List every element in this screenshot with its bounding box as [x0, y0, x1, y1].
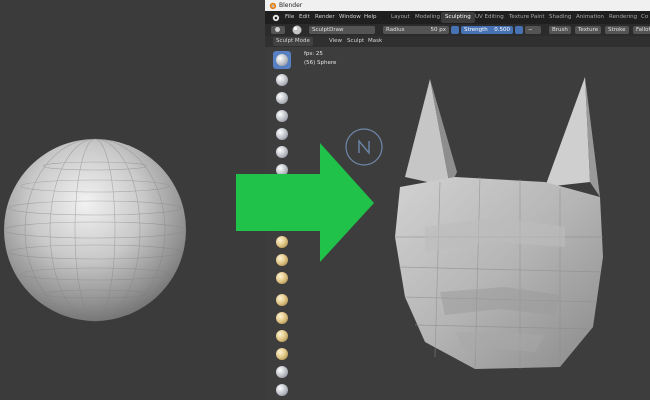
brush-name-field[interactable]: SculptDraw — [309, 26, 375, 34]
menu-sculpt[interactable]: Sculpt — [347, 36, 364, 47]
menu-view[interactable]: View — [329, 36, 342, 47]
tab-modeling[interactable]: Modeling — [411, 12, 444, 23]
tool-mode-dropdown[interactable] — [271, 26, 285, 34]
tab-sculpting[interactable]: Sculpting — [441, 12, 475, 23]
draw-brush-icon — [276, 54, 288, 66]
arrow-right-icon — [236, 143, 374, 262]
grab-brush-icon[interactable] — [276, 294, 288, 306]
sculpt-mode-label: Sculpt Mode — [276, 38, 310, 44]
menu-render[interactable]: Render — [315, 11, 335, 24]
sculpt-mode-dropdown[interactable]: Sculpt Mode — [273, 37, 313, 46]
tab-animation[interactable]: Animation — [572, 12, 608, 23]
brush-preview-icon[interactable] — [292, 25, 302, 35]
viewport-header: Sculpt Mode View Sculpt Mask — [265, 36, 650, 47]
tab-shading[interactable]: Shading — [545, 12, 575, 23]
tab-compositing[interactable]: Co — [637, 12, 650, 23]
texture-menu[interactable]: Texture — [575, 26, 602, 34]
draw-sharp-brush-icon[interactable] — [276, 74, 288, 86]
sculpted-head-mesh — [395, 77, 603, 370]
tab-rendering[interactable]: Rendering — [605, 12, 641, 23]
menu-bar: File Edit Render Window Help Layout Mode… — [265, 11, 650, 24]
strength-value: 0.500 — [494, 27, 510, 33]
menu-help[interactable]: Help — [364, 11, 377, 24]
tab-uv-editing[interactable]: UV Editing — [471, 12, 508, 23]
clay-strips-brush-icon[interactable] — [276, 110, 288, 122]
snake-hook-brush-icon[interactable] — [276, 312, 288, 324]
falloff-menu[interactable]: Falloff — [633, 26, 650, 34]
strength-pressure-button[interactable] — [515, 26, 523, 34]
strength-field[interactable]: Strength 0.500 — [461, 26, 513, 34]
menu-file[interactable]: File — [285, 11, 294, 24]
tool-draw-active[interactable] — [273, 51, 291, 69]
radius-value: 50 px — [430, 27, 447, 33]
tab-texture-paint[interactable]: Texture Paint — [505, 12, 549, 23]
radius-pressure-button[interactable] — [451, 26, 459, 34]
radius-label: Radius — [386, 27, 405, 33]
pinch-brush-icon[interactable] — [276, 272, 288, 284]
thumb-brush-icon[interactable] — [276, 330, 288, 342]
blender-menu-icon[interactable] — [271, 13, 280, 22]
strength-label: Strength — [464, 27, 488, 33]
menu-edit[interactable]: Edit — [299, 11, 310, 24]
brush-menu[interactable]: Brush — [549, 26, 571, 34]
window-title: Blender — [279, 2, 303, 9]
sculpt-tool-icon — [275, 27, 280, 32]
tab-layout[interactable]: Layout — [387, 12, 414, 23]
menu-mask[interactable]: Mask — [368, 36, 382, 47]
pose-brush-icon[interactable] — [276, 348, 288, 360]
layer-brush-icon[interactable] — [276, 128, 288, 140]
nudge-brush-icon[interactable] — [276, 366, 288, 378]
stroke-menu[interactable]: Stroke — [605, 26, 629, 34]
fps-readout: fps: 25 — [304, 51, 323, 57]
sphere-mesh — [3, 138, 187, 322]
title-bar: Blender — [265, 0, 650, 11]
stage: Blender File Edit Render Window Help Lay… — [0, 0, 650, 400]
radius-field[interactable]: Radius 50 px — [383, 26, 449, 34]
direction-toggle[interactable]: − — [525, 26, 541, 34]
object-info: (56) Sphere — [304, 60, 337, 66]
tool-header: SculptDraw Radius 50 px Strength 0.500 −… — [265, 24, 650, 36]
blender-logo-icon — [269, 2, 277, 10]
rotate-brush-icon[interactable] — [276, 384, 288, 396]
menu-window[interactable]: Window — [339, 11, 361, 24]
clay-brush-icon[interactable] — [276, 92, 288, 104]
